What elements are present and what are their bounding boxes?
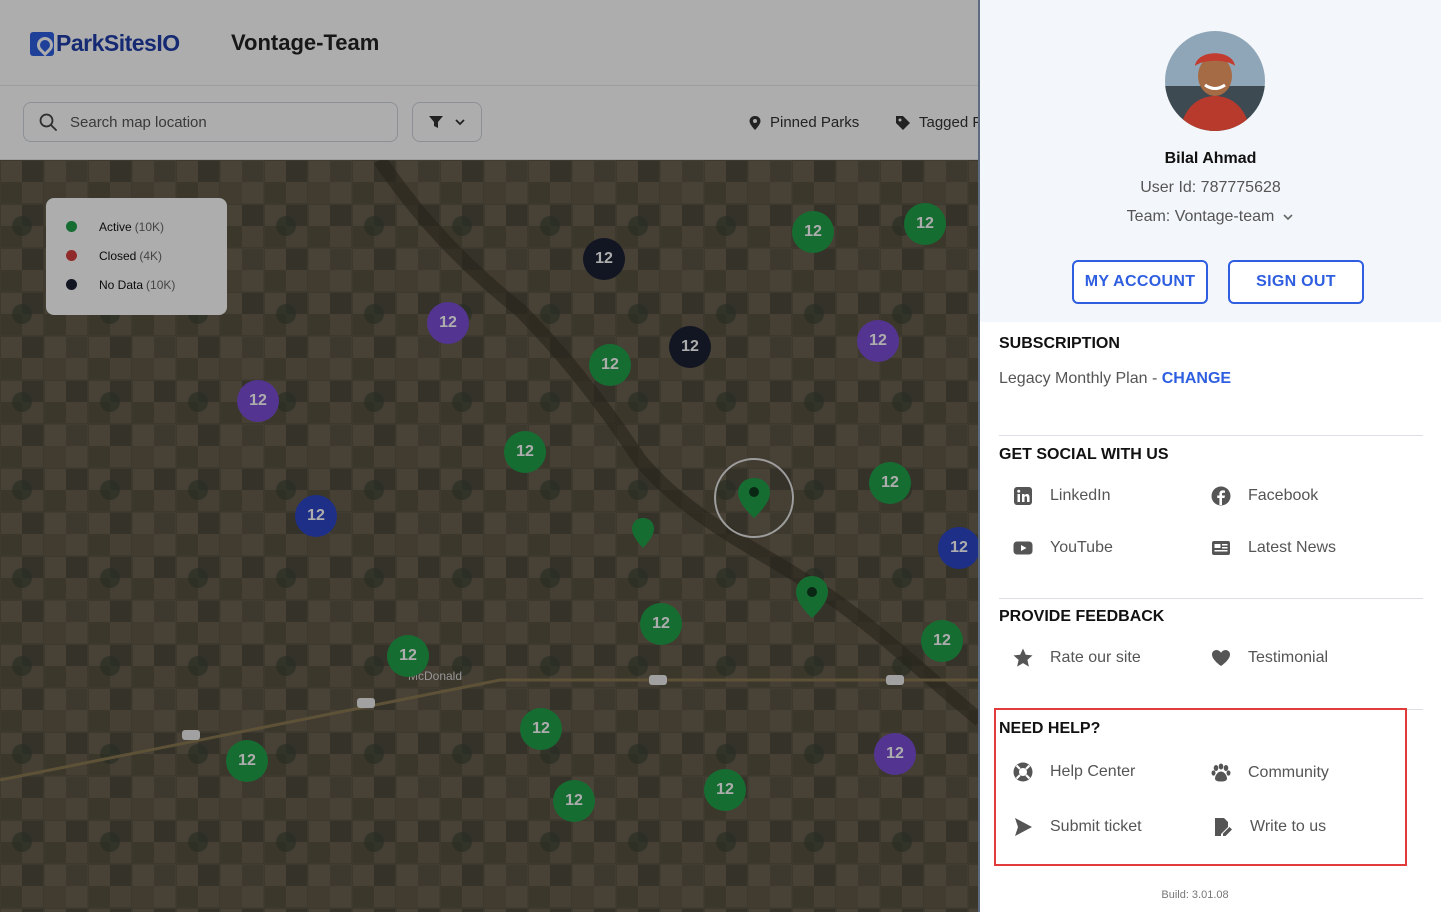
youtube-link[interactable]: YouTube — [1012, 537, 1113, 559]
user-name: Bilal Ahmad — [1164, 150, 1257, 167]
latest-news-link[interactable]: Latest News — [1210, 537, 1336, 559]
star-icon — [1013, 648, 1033, 667]
chevron-down-icon — [1283, 214, 1293, 221]
subscription-plan: Legacy Monthly Plan - CHANGE — [999, 370, 1231, 388]
rate-site-link[interactable]: Rate our site — [1012, 647, 1141, 669]
change-plan-link[interactable]: CHANGE — [1162, 370, 1231, 387]
build-version: Build: 3.01.08 — [1161, 889, 1229, 901]
testimonial-label: Testimonial — [1248, 649, 1329, 666]
account-drawer: Bilal Ahmad User Id: 787775628 Team: Von… — [978, 0, 1441, 912]
divider — [999, 598, 1423, 599]
divider — [999, 435, 1423, 436]
facebook-link[interactable]: Facebook — [1210, 485, 1318, 507]
subscription-title: SUBSCRIPTION — [999, 335, 1120, 352]
testimonial-link[interactable]: Testimonial — [1210, 647, 1328, 669]
sign-out-button[interactable]: SIGN OUT — [1228, 260, 1364, 304]
feedback-title: PROVIDE FEEDBACK — [999, 608, 1165, 625]
linkedin-label: LinkedIn — [1050, 487, 1111, 504]
need-help-highlight-box — [994, 708, 1407, 866]
team-label: Team: Vontage-team — [1126, 208, 1275, 225]
team-selector[interactable]: Team: Vontage-team — [980, 208, 1441, 226]
facebook-label: Facebook — [1248, 487, 1319, 504]
linkedin-icon — [1014, 487, 1032, 505]
profile-section: Bilal Ahmad User Id: 787775628 Team: Von… — [980, 0, 1441, 322]
avatar — [1165, 31, 1265, 131]
latest-news-label: Latest News — [1248, 539, 1337, 556]
news-icon — [1212, 541, 1230, 555]
user-id: User Id: 787775628 — [1140, 179, 1281, 196]
linkedin-link[interactable]: LinkedIn — [1012, 485, 1111, 507]
my-account-button[interactable]: MY ACCOUNT — [1072, 260, 1208, 304]
youtube-icon — [1013, 541, 1033, 555]
heart-icon — [1212, 650, 1230, 666]
social-title: GET SOCIAL WITH US — [999, 446, 1169, 463]
plan-name: Legacy Monthly Plan - — [999, 370, 1162, 387]
facebook-icon — [1211, 486, 1231, 506]
youtube-label: YouTube — [1050, 539, 1113, 556]
rate-site-label: Rate our site — [1050, 649, 1141, 666]
avatar-image — [1165, 31, 1265, 131]
